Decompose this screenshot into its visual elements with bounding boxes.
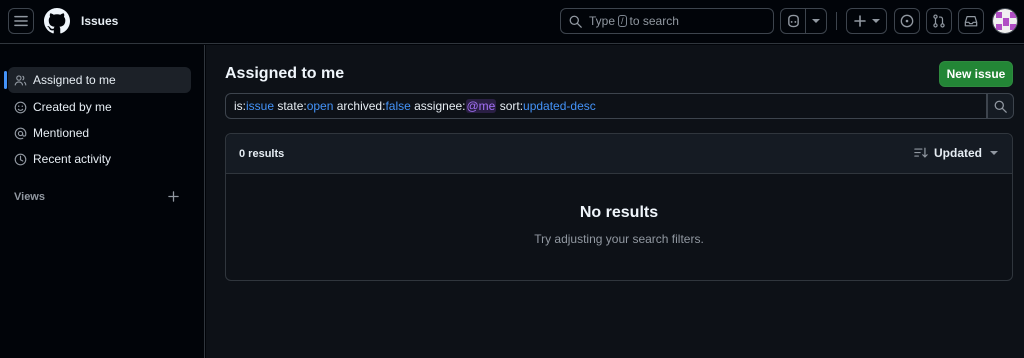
copilot-dropdown-button[interactable]	[806, 8, 827, 34]
query-value: issue	[246, 99, 275, 113]
header-divider	[836, 12, 837, 30]
add-view-button[interactable]	[164, 187, 182, 205]
plus-icon	[167, 190, 179, 202]
top-header: Issues Type / to search	[0, 0, 1024, 44]
github-logo-icon[interactable]	[44, 8, 70, 34]
empty-state-title: No results	[579, 204, 659, 221]
results-panel: 0 results Updated No results Try adjusti…	[225, 133, 1013, 281]
issue-opened-icon	[900, 14, 914, 28]
sidebar-item-recent-activity[interactable]: Recent activity	[8, 146, 191, 172]
search-shortcut-key: /	[618, 15, 627, 27]
clock-icon	[14, 153, 27, 165]
new-issue-button[interactable]: New issue	[939, 61, 1013, 87]
sidebar-item-assigned-to-me[interactable]: Assigned to me	[4, 67, 191, 93]
query-key: is:	[234, 99, 246, 113]
plus-icon	[853, 15, 866, 27]
sidebar-item-label: Mentioned	[33, 126, 90, 140]
sidebar-item-label: Created by me	[33, 100, 112, 114]
sidebar: Assigned to me Created by me Mentioned R…	[0, 45, 205, 358]
pull-request-icon	[933, 14, 945, 28]
search-placeholder-suffix: to search	[629, 14, 679, 28]
empty-state-subtitle: Try adjusting your search filters.	[534, 232, 704, 246]
copilot-icon	[787, 14, 799, 28]
copilot-button[interactable]	[780, 8, 806, 34]
page-title: Assigned to me	[225, 65, 345, 82]
mention-icon	[14, 127, 27, 139]
search-icon	[569, 15, 582, 28]
sort-label: Updated	[934, 146, 982, 160]
notifications-inbox-button[interactable]	[958, 8, 984, 34]
search-placeholder-prefix: Type	[589, 14, 616, 28]
hamburger-menu-icon	[14, 15, 28, 27]
your-pull-requests-button[interactable]	[926, 8, 952, 34]
people-icon	[14, 74, 27, 85]
sort-desc-icon	[914, 147, 928, 158]
sidebar-item-created-by-me[interactable]: Created by me	[8, 94, 191, 120]
search-icon	[994, 100, 1007, 113]
query-key: assignee:	[410, 99, 466, 113]
query-key: state:	[274, 99, 307, 113]
inbox-icon	[964, 16, 978, 27]
context-title[interactable]: Issues	[81, 14, 118, 28]
chevron-down-icon	[812, 19, 820, 23]
sidebar-item-label: Assigned to me	[33, 73, 116, 87]
query-key: sort:	[496, 99, 524, 113]
create-new-button[interactable]	[846, 8, 887, 34]
query-mention-value: @me	[465, 99, 497, 113]
issue-query-input[interactable]: is: issue state: open archived: false assig…	[225, 93, 987, 119]
results-count: 0 results	[239, 148, 285, 160]
global-search-input[interactable]: Type / to search	[560, 8, 774, 34]
chevron-down-icon	[990, 151, 998, 155]
smiley-icon	[14, 101, 27, 113]
avatar[interactable]	[992, 8, 1018, 34]
query-value: updated-desc	[523, 99, 596, 113]
chevron-down-icon	[871, 19, 880, 23]
main-content: Assigned to me New issue is: issue state:…	[206, 45, 1024, 358]
results-header: 0 results Updated	[226, 134, 1012, 174]
hamburger-menu-button[interactable]	[8, 8, 34, 34]
sidebar-item-mentioned[interactable]: Mentioned	[8, 120, 191, 146]
query-value: false	[385, 99, 411, 113]
query-key: archived:	[333, 99, 386, 113]
views-heading: Views	[14, 191, 45, 203]
query-value: open	[306, 99, 334, 113]
query-search-button[interactable]	[987, 93, 1014, 119]
sort-dropdown[interactable]: Updated	[914, 146, 998, 160]
sidebar-item-label: Recent activity	[33, 152, 112, 166]
your-issues-button[interactable]	[894, 8, 920, 34]
avatar-identicon	[993, 9, 1017, 33]
